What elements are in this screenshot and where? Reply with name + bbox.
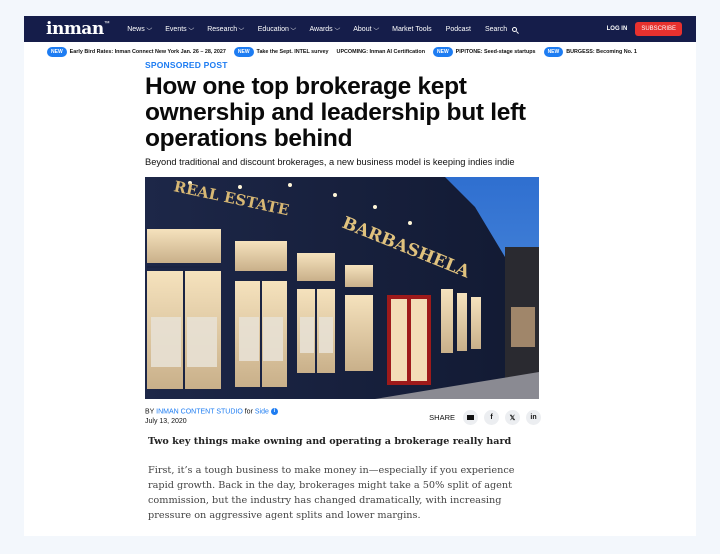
x-share-button[interactable]: 𝕏	[505, 410, 520, 425]
new-badge: NEW	[47, 47, 67, 57]
new-badge: NEW	[433, 47, 453, 57]
login-link[interactable]: LOG IN	[607, 26, 628, 32]
article: SPONSORED POST How one top brokerage kep…	[145, 60, 541, 425]
chevron-down-icon: ⌵	[372, 25, 379, 32]
article-headline: How one top brokerage kept ownership and…	[145, 73, 526, 152]
chevron-down-icon: ⌵	[334, 25, 340, 32]
author-link[interactable]: INMAN CONTENT STUDIO	[156, 408, 243, 415]
ticker-item[interactable]: NEW Early Bird Rates: Inman Connect New Y…	[47, 47, 226, 57]
x-icon: 𝕏	[509, 414, 516, 422]
search-icon	[512, 26, 518, 32]
share-bar: SHARE f 𝕏 in	[429, 408, 541, 425]
publish-date: July 13, 2020	[145, 418, 187, 426]
top-nav: inman™ News ⌵ Events ⌵ Research ⌵ Education…	[24, 16, 696, 42]
ticker-item[interactable]: NEW BURGESS: Becoming No. 1	[543, 47, 637, 57]
new-badge: NEW	[543, 47, 564, 57]
nav-item-awards[interactable]: Awards ⌵	[309, 26, 339, 33]
info-icon[interactable]: i	[270, 408, 278, 415]
hero-image: REAL ESTATE BARBASHELA	[145, 177, 539, 399]
page-frame: inman™ News ⌵ Events ⌵ Research ⌵ Education…	[24, 16, 696, 536]
nav-item-about[interactable]: About ⌵	[353, 25, 379, 33]
article-body: Two key things make owning and operating…	[148, 436, 528, 523]
subscribe-button[interactable]: SUBSCRIBE	[635, 22, 682, 36]
ticker-item[interactable]: UPCOMING: Inman AI Certification	[337, 49, 425, 55]
facebook-icon: f	[490, 414, 493, 421]
nav-item-news[interactable]: News ⌵	[127, 25, 152, 33]
byline: BY INMAN CONTENT STUDIO for Side i	[145, 408, 278, 415]
ticker-item[interactable]: NEW Take the Sept. INTEL survey	[233, 47, 329, 57]
article-subhead: Two key things make owning and operating…	[148, 436, 512, 447]
ticker-item[interactable]: NEW PIPITONE: Seed-stage startups	[433, 47, 536, 57]
new-badge: NEW	[233, 47, 254, 57]
linkedin-icon: in	[530, 414, 537, 421]
chevron-down-icon: ⌵	[187, 25, 194, 32]
article-paragraph: First, it’s a tough business to make mon…	[148, 465, 515, 521]
news-ticker: NEW Early Bird Rates: Inman Connect New Y…	[24, 44, 696, 60]
chevron-down-icon: ⌵	[146, 25, 152, 32]
email-share-button[interactable]	[463, 410, 478, 425]
sponsored-kicker[interactable]: SPONSORED POST	[145, 60, 541, 70]
article-deck: Beyond traditional and discount brokerag…	[145, 157, 515, 167]
inman-logo[interactable]: inman™	[46, 19, 110, 39]
share-label: SHARE	[429, 413, 455, 422]
article-meta: BY INMAN CONTENT STUDIO for Side i July …	[145, 408, 541, 425]
linkedin-share-button[interactable]: in	[526, 410, 541, 425]
nav-item-education[interactable]: Education ⌵	[258, 26, 296, 33]
partner-link[interactable]: Side	[255, 408, 269, 415]
main-menu: News ⌵ Events ⌵ Research ⌵ Education ⌵ Award…	[127, 26, 606, 33]
email-icon	[467, 415, 474, 420]
nav-item-events[interactable]: Events ⌵	[165, 25, 194, 33]
facebook-share-button[interactable]: f	[484, 410, 499, 425]
nav-item-podcast[interactable]: Podcast	[446, 26, 471, 33]
nav-item-market-tools[interactable]: Market Tools	[392, 26, 432, 33]
nav-search[interactable]: Search	[485, 26, 518, 33]
nav-item-research[interactable]: Research ⌵	[207, 26, 244, 33]
chevron-down-icon: ⌵	[238, 25, 245, 32]
byline-block: BY INMAN CONTENT STUDIO for Side i July …	[145, 408, 278, 425]
chevron-down-icon: ⌵	[290, 25, 297, 32]
